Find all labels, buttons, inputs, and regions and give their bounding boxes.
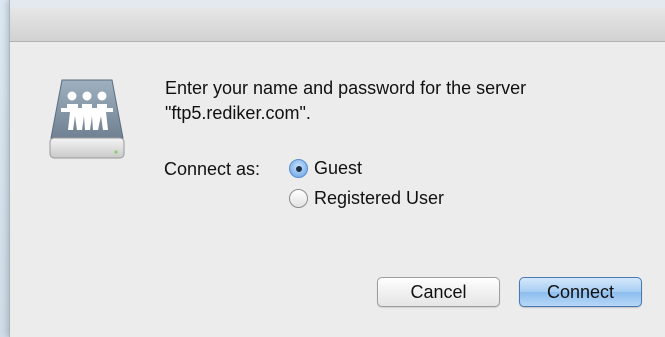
connect-button[interactable]: Connect [519,277,642,307]
connect-as-label: Connect as: [164,159,261,179]
message-line-2: "ftp5.rediker.com". [165,103,311,123]
dialog-titlebar [10,0,665,42]
message-line-1: Enter your name and password for the ser… [165,78,527,98]
radio-registered-user[interactable]: Registered User [289,188,444,209]
dialog-content: Enter your name and password for the ser… [10,42,665,337]
cancel-button[interactable]: Cancel [377,277,500,307]
dialog-message: Enter your name and password for the ser… [165,76,645,126]
connect-to-server-dialog: Enter your name and password for the ser… [9,0,665,337]
radio-registered-user-control[interactable] [289,189,308,208]
shared-server-icon [49,79,125,159]
radio-registered-user-label[interactable]: Registered User [314,188,444,209]
radio-guest-control[interactable] [289,159,308,178]
radio-guest-label[interactable]: Guest [314,158,362,179]
radio-guest[interactable]: Guest [289,158,362,179]
